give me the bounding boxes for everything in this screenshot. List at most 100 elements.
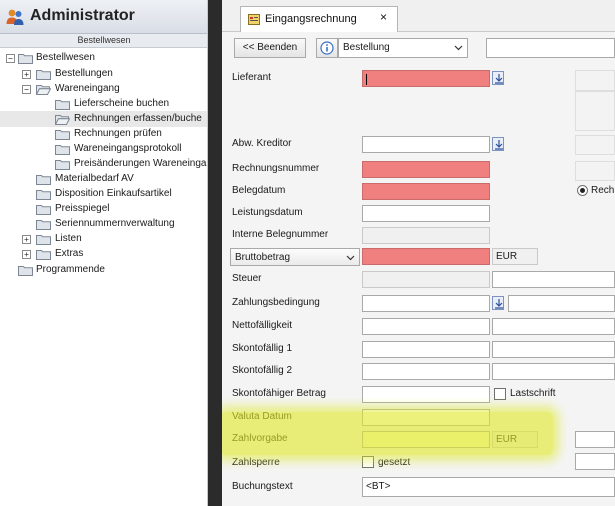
gesetzt-label: gesetzt xyxy=(378,457,411,468)
expand-icon[interactable]: + xyxy=(22,250,31,259)
folder-icon xyxy=(55,145,70,155)
nettofaelligkeit-field[interactable] xyxy=(362,318,490,335)
side-field-2 xyxy=(575,91,615,131)
bruttobetrag-dropdown[interactable]: Bruttobetrag xyxy=(230,248,360,266)
tree-item-preisspiegel[interactable]: Preisspiegel xyxy=(0,201,207,217)
rechnungsnummer-label: Rechnungsnummer xyxy=(232,163,320,174)
leistungsdatum-field[interactable] xyxy=(362,205,490,222)
lieferant-lookup-button[interactable] xyxy=(492,71,504,85)
skontofaellig1-label: Skontofällig 1 xyxy=(232,343,293,354)
admin-header: Administrator xyxy=(0,0,207,34)
zahlungsbedingung-lookup-button[interactable] xyxy=(492,296,504,310)
bruttobetrag-currency: EUR xyxy=(492,248,538,265)
search-input[interactable] xyxy=(486,38,615,58)
folder-icon xyxy=(36,175,51,185)
tree-item-programmende[interactable]: Programmende xyxy=(0,262,207,278)
buchungstext-label: Buchungstext xyxy=(232,481,293,492)
tree-item-extras[interactable]: + Extras xyxy=(0,246,207,262)
nettofaelligkeit-label: Nettofälligkeit xyxy=(232,320,293,331)
collapse-icon[interactable]: − xyxy=(22,85,31,94)
beenden-button[interactable]: << Beenden xyxy=(234,38,306,58)
leistungsdatum-label: Leistungsdatum xyxy=(232,207,303,218)
valuta-datum-field[interactable] xyxy=(362,409,490,426)
tab-eingangsrechnung[interactable]: Eingangsrechnung × xyxy=(240,6,398,32)
folder-icon xyxy=(36,70,51,80)
skontofaellig1-field[interactable] xyxy=(362,341,490,358)
invoice-icon xyxy=(248,14,260,25)
lookup-icon xyxy=(495,140,503,150)
buchungstext-field[interactable]: <BT> xyxy=(362,477,615,497)
skontofaehiger-betrag-field[interactable] xyxy=(362,386,490,403)
tree-item-lieferscheine-buchen[interactable]: Lieferscheine buchen xyxy=(0,96,207,112)
tree-item-materialbedarf[interactable]: Materialbedarf AV xyxy=(0,171,207,187)
belegdatum-field[interactable] xyxy=(362,183,490,200)
folder-icon xyxy=(55,130,70,140)
abw-kreditor-field[interactable] xyxy=(362,136,490,153)
close-tab-icon[interactable]: × xyxy=(380,10,387,24)
tree-item-disposition[interactable]: Disposition Einkaufsartikel xyxy=(0,186,207,202)
tree-item-listen[interactable]: + Listen xyxy=(0,231,207,247)
tree-item-wareneingangsprotokoll[interactable]: Wareneingangsprotokoll xyxy=(0,141,207,157)
zahlungsbedingung-field[interactable] xyxy=(362,295,490,312)
steuer-side-field[interactable] xyxy=(492,271,615,288)
tree-item-bestellungen[interactable]: + Bestellungen xyxy=(0,66,207,82)
lastschrift-checkbox[interactable] xyxy=(494,388,506,400)
document-area: Eingangsrechnung × << Beenden Bestellung… xyxy=(222,0,615,506)
admin-title: Administrator xyxy=(30,7,135,24)
interne-belegnummer-field xyxy=(362,227,490,244)
bruttobetrag-dropdown-value: Bruttobetrag xyxy=(235,252,291,263)
bruttobetrag-field[interactable] xyxy=(362,248,490,265)
lieferant-label: Lieferant xyxy=(232,72,271,83)
folder-icon xyxy=(36,220,51,230)
side-field-1 xyxy=(575,70,615,91)
side-field-4 xyxy=(575,161,615,181)
bestellung-dropdown[interactable]: Bestellung xyxy=(338,38,468,58)
zahlsperre-checkbox[interactable] xyxy=(362,456,374,468)
side-field-3 xyxy=(575,135,615,155)
invoice-form: Lieferant Abw. Kreditor Rechnungsnummer … xyxy=(222,63,615,506)
bestellung-dropdown-value: Bestellung xyxy=(343,42,390,53)
tree-item-rechnungen-erfassen[interactable]: Rechnungen erfassen/buche xyxy=(0,111,207,127)
zahlungsbedingung-label: Zahlungsbedingung xyxy=(232,297,320,308)
tree-item-bestellwesen[interactable]: − Bestellwesen xyxy=(0,50,207,66)
info-icon xyxy=(320,41,334,55)
belegdatum-label: Belegdatum xyxy=(232,185,286,196)
zahlvorgabe-side-field[interactable] xyxy=(575,431,615,448)
zahlsperre-side-field[interactable] xyxy=(575,453,615,470)
toolbar: << Beenden Bestellung xyxy=(222,33,615,63)
skontofaellig2-side-field[interactable] xyxy=(492,363,615,380)
lookup-icon xyxy=(495,299,503,309)
skontofaellig2-field[interactable] xyxy=(362,363,490,380)
zahlvorgabe-label: Zahlvorgabe xyxy=(232,433,288,444)
tree-item-wareneingang[interactable]: − Wareneingang xyxy=(0,81,207,97)
nettofaelligkeit-side-field[interactable] xyxy=(492,318,615,335)
folder-icon xyxy=(36,250,51,260)
abw-kreditor-label: Abw. Kreditor xyxy=(232,138,292,149)
expand-icon[interactable]: + xyxy=(22,235,31,244)
abw-kreditor-lookup-button[interactable] xyxy=(492,137,504,151)
info-button[interactable] xyxy=(316,38,338,58)
expand-icon[interactable]: + xyxy=(22,70,31,79)
folder-icon xyxy=(36,235,51,245)
folder-icon xyxy=(55,100,70,110)
steuer-field xyxy=(362,271,490,288)
tree-item-rechnungen-pruefen[interactable]: Rechnungen prüfen xyxy=(0,126,207,142)
tree-item-preisaenderungen[interactable]: Preisänderungen Wareneinga xyxy=(0,156,207,172)
collapse-icon[interactable]: − xyxy=(6,54,15,63)
folder-icon xyxy=(36,205,51,215)
lookup-icon xyxy=(495,74,503,84)
rechnungsnummer-field[interactable] xyxy=(362,161,490,178)
zahlvorgabe-field[interactable] xyxy=(362,431,490,448)
panel-divider[interactable] xyxy=(208,0,222,506)
folder-icon xyxy=(55,160,70,170)
tree-item-seriennummern[interactable]: Seriennummernverwaltung xyxy=(0,216,207,232)
skontofaellig1-side-field[interactable] xyxy=(492,341,615,358)
zahlungsbedingung-side-field[interactable] xyxy=(508,295,615,312)
tab-strip: Eingangsrechnung × xyxy=(222,0,615,32)
lieferant-field[interactable] xyxy=(362,70,490,87)
folder-icon xyxy=(36,190,51,200)
users-icon xyxy=(6,9,24,25)
open-folder-icon xyxy=(36,85,51,95)
navigation-panel: Administrator Bestellwesen − Bestellwese… xyxy=(0,0,208,506)
rechnung-radio[interactable] xyxy=(577,185,588,196)
